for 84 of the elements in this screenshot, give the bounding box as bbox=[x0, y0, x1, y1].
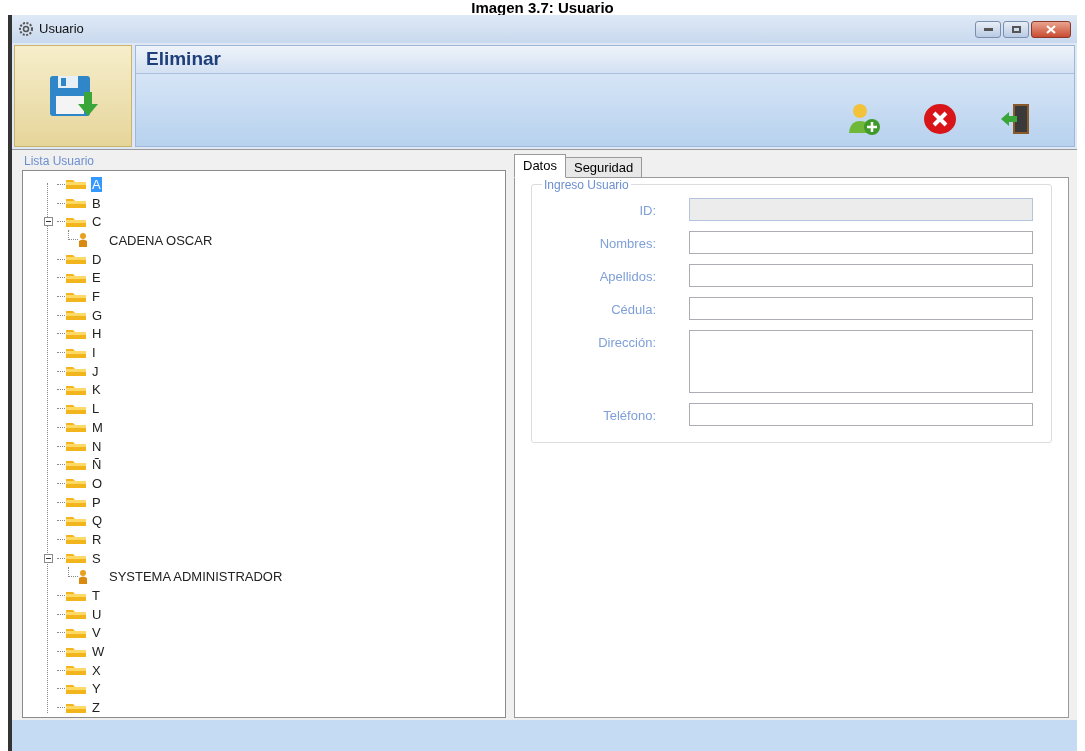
user-icon bbox=[78, 568, 88, 585]
group-title: Ingreso Usuario bbox=[542, 178, 631, 193]
folder-icon bbox=[65, 327, 87, 340]
tree-item[interactable]: T bbox=[91, 588, 101, 604]
field-label: Nombres: bbox=[598, 235, 656, 254]
tree-item[interactable]: SYSTEMA ADMINISTRADOR bbox=[108, 569, 284, 585]
tree-item[interactable]: Q bbox=[91, 513, 104, 529]
folder-icon bbox=[65, 552, 87, 565]
cancel-icon bbox=[923, 103, 957, 136]
input-field[interactable] bbox=[689, 297, 1033, 321]
tree-item[interactable]: CADENA OSCAR bbox=[108, 232, 214, 248]
collapse-toggle[interactable] bbox=[43, 553, 53, 563]
input-field[interactable] bbox=[689, 231, 1033, 255]
folder-icon bbox=[65, 421, 87, 434]
tree-item[interactable]: S bbox=[91, 550, 102, 566]
tree-item[interactable]: W bbox=[91, 644, 106, 660]
field-label: Dirección: bbox=[597, 334, 656, 353]
tree-item[interactable]: V bbox=[91, 625, 102, 641]
folder-icon bbox=[65, 309, 87, 322]
folder-icon bbox=[65, 533, 87, 546]
folder-icon bbox=[65, 514, 87, 527]
folder-icon bbox=[65, 365, 87, 378]
folder-icon bbox=[65, 458, 87, 471]
address-field[interactable] bbox=[689, 330, 1033, 394]
window-title: Usuario bbox=[39, 20, 84, 39]
folder-icon bbox=[65, 608, 87, 621]
field-label: ID: bbox=[638, 202, 656, 221]
tree-item[interactable]: K bbox=[91, 382, 102, 398]
tree-item[interactable]: C bbox=[91, 214, 103, 230]
tab[interactable]: Datos bbox=[514, 154, 566, 179]
input-field[interactable] bbox=[689, 403, 1033, 427]
gear-icon bbox=[18, 21, 34, 38]
minimize-button[interactable] bbox=[975, 20, 1001, 38]
group-title: Lista Usuario bbox=[24, 154, 96, 169]
field-label: Cédula: bbox=[610, 301, 656, 320]
folder-icon bbox=[65, 664, 87, 677]
folder-icon bbox=[65, 496, 87, 509]
close-button[interactable] bbox=[1031, 20, 1071, 38]
tree-item[interactable]: P bbox=[91, 494, 102, 510]
folder-icon bbox=[65, 290, 87, 303]
user-icon bbox=[78, 232, 88, 249]
tree-item[interactable]: G bbox=[91, 307, 104, 323]
folder-icon bbox=[65, 402, 87, 415]
tree-item[interactable]: B bbox=[91, 195, 102, 211]
tree-item[interactable]: Ñ bbox=[91, 457, 103, 473]
folder-icon bbox=[65, 383, 87, 396]
folder-icon bbox=[65, 626, 87, 639]
save-button[interactable] bbox=[14, 45, 132, 148]
save-icon bbox=[48, 74, 98, 119]
tree-item[interactable]: E bbox=[91, 270, 102, 286]
tree-item[interactable]: U bbox=[91, 606, 103, 622]
collapse-toggle[interactable] bbox=[43, 217, 53, 227]
folder-icon bbox=[65, 271, 87, 284]
folder-icon bbox=[65, 682, 87, 695]
field-label: Teléfono: bbox=[602, 407, 656, 426]
input-field[interactable] bbox=[689, 264, 1033, 288]
field-label: Apellidos: bbox=[598, 268, 656, 287]
folder-icon bbox=[65, 589, 87, 602]
tree-item[interactable]: R bbox=[91, 531, 103, 547]
folder-icon bbox=[65, 440, 87, 453]
maximize-button[interactable] bbox=[1003, 20, 1029, 38]
add-user-icon bbox=[846, 101, 882, 138]
folder-icon bbox=[65, 477, 87, 490]
folder-icon bbox=[65, 253, 87, 266]
close-icon bbox=[1046, 24, 1056, 34]
tree-item[interactable]: X bbox=[91, 662, 102, 678]
tree-item[interactable]: Z bbox=[91, 700, 101, 716]
folder-icon bbox=[65, 346, 87, 359]
folder-icon bbox=[65, 645, 87, 658]
tree-item[interactable]: O bbox=[91, 475, 104, 491]
tree-item[interactable]: M bbox=[91, 419, 104, 435]
tree-item[interactable]: I bbox=[91, 345, 97, 361]
tree-item[interactable]: J bbox=[91, 363, 100, 379]
tree-item[interactable]: N bbox=[91, 438, 103, 454]
folder-icon bbox=[65, 197, 87, 210]
tree-item[interactable]: H bbox=[91, 326, 103, 342]
tree-item[interactable]: L bbox=[91, 401, 101, 417]
folder-icon bbox=[65, 701, 87, 714]
tree-item[interactable]: Y bbox=[91, 681, 102, 697]
folder-icon bbox=[65, 215, 87, 228]
tree-item[interactable]: D bbox=[91, 251, 103, 267]
folder-icon bbox=[65, 178, 87, 191]
toolbar-header: Eliminar bbox=[146, 47, 221, 72]
tree-item[interactable]: F bbox=[91, 289, 101, 305]
